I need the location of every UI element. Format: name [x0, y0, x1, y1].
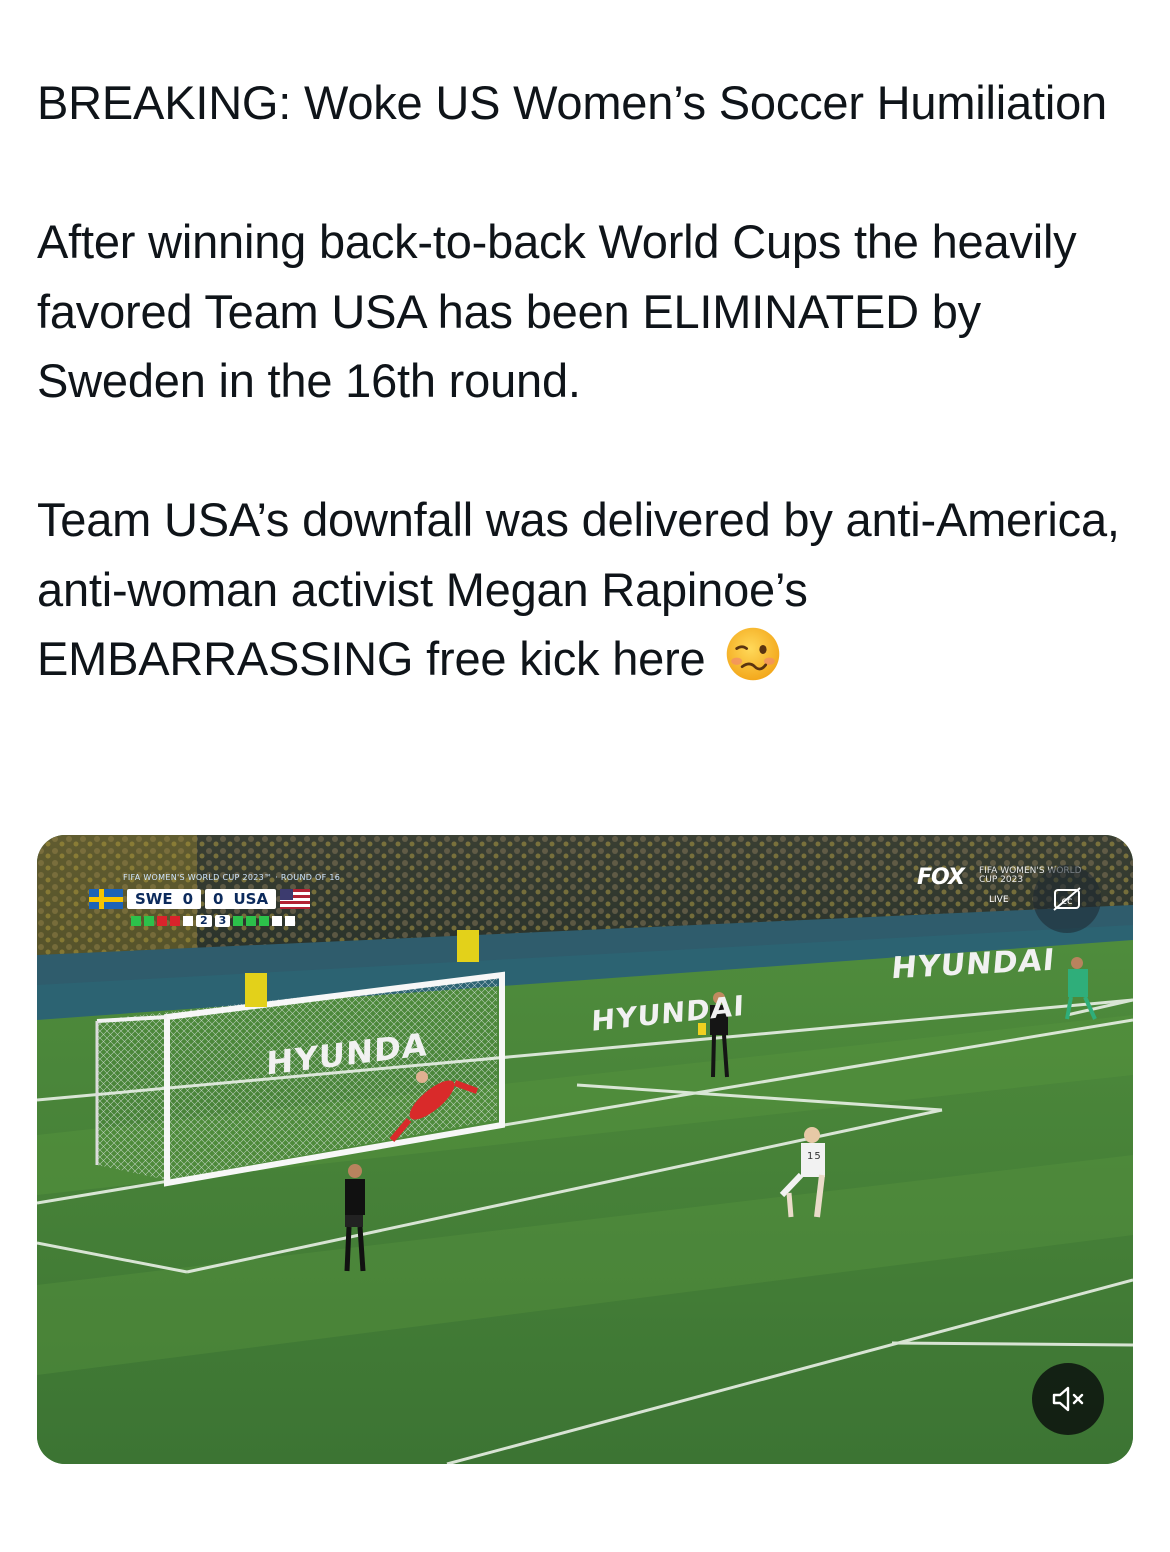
home-score: 0	[182, 890, 194, 908]
tweet-paragraph-2: After winning back-to-back World Cups th…	[37, 215, 1090, 407]
away-score: 0	[213, 890, 224, 908]
speaker-muted-icon	[1052, 1386, 1084, 1412]
closed-captions-off-icon: cc	[1053, 887, 1081, 911]
woozy-face-icon	[727, 627, 780, 681]
video-frame	[37, 835, 1133, 1464]
penalty-tracker: 2 3	[131, 915, 296, 927]
away-team-name: USA	[233, 890, 269, 908]
tweet-paragraph-3: Team USA’s downfall was delivered by ant…	[37, 485, 1133, 694]
sweden-flag-icon	[89, 889, 123, 909]
network-name: FOX	[917, 865, 965, 890]
away-team: 0 USA	[205, 889, 277, 909]
captions-button[interactable]: cc	[1033, 865, 1101, 933]
home-team-name: SWE	[135, 890, 173, 908]
broadcaster-logo: FOX FIFA WOMEN'S WORLD CUP 2023 LIVE	[917, 865, 1082, 905]
player-number: 15	[807, 1151, 822, 1162]
tweet-paragraph-3-text: Team USA’s downfall was delivered by ant…	[37, 493, 1133, 685]
home-team: SWE 0	[127, 889, 202, 909]
tweet-text: BREAKING: Woke US Women’s Soccer Humilia…	[37, 68, 1133, 694]
tweet-paragraph-1: BREAKING: Woke US Women’s Soccer Humilia…	[37, 76, 1107, 129]
home-pens: 2	[196, 915, 212, 927]
usa-flag-icon	[280, 889, 311, 909]
live-label: LIVE	[989, 895, 1009, 905]
mute-button[interactable]	[1032, 1363, 1104, 1435]
away-pens: 3	[214, 915, 231, 927]
video-player[interactable]: HYUNDAI HYUNDAI HYUNDA FIFA WOMEN'S WORL…	[37, 835, 1133, 1464]
competition-label: FIFA WOMEN'S WORLD CUP 2023™ · ROUND OF …	[123, 873, 341, 882]
